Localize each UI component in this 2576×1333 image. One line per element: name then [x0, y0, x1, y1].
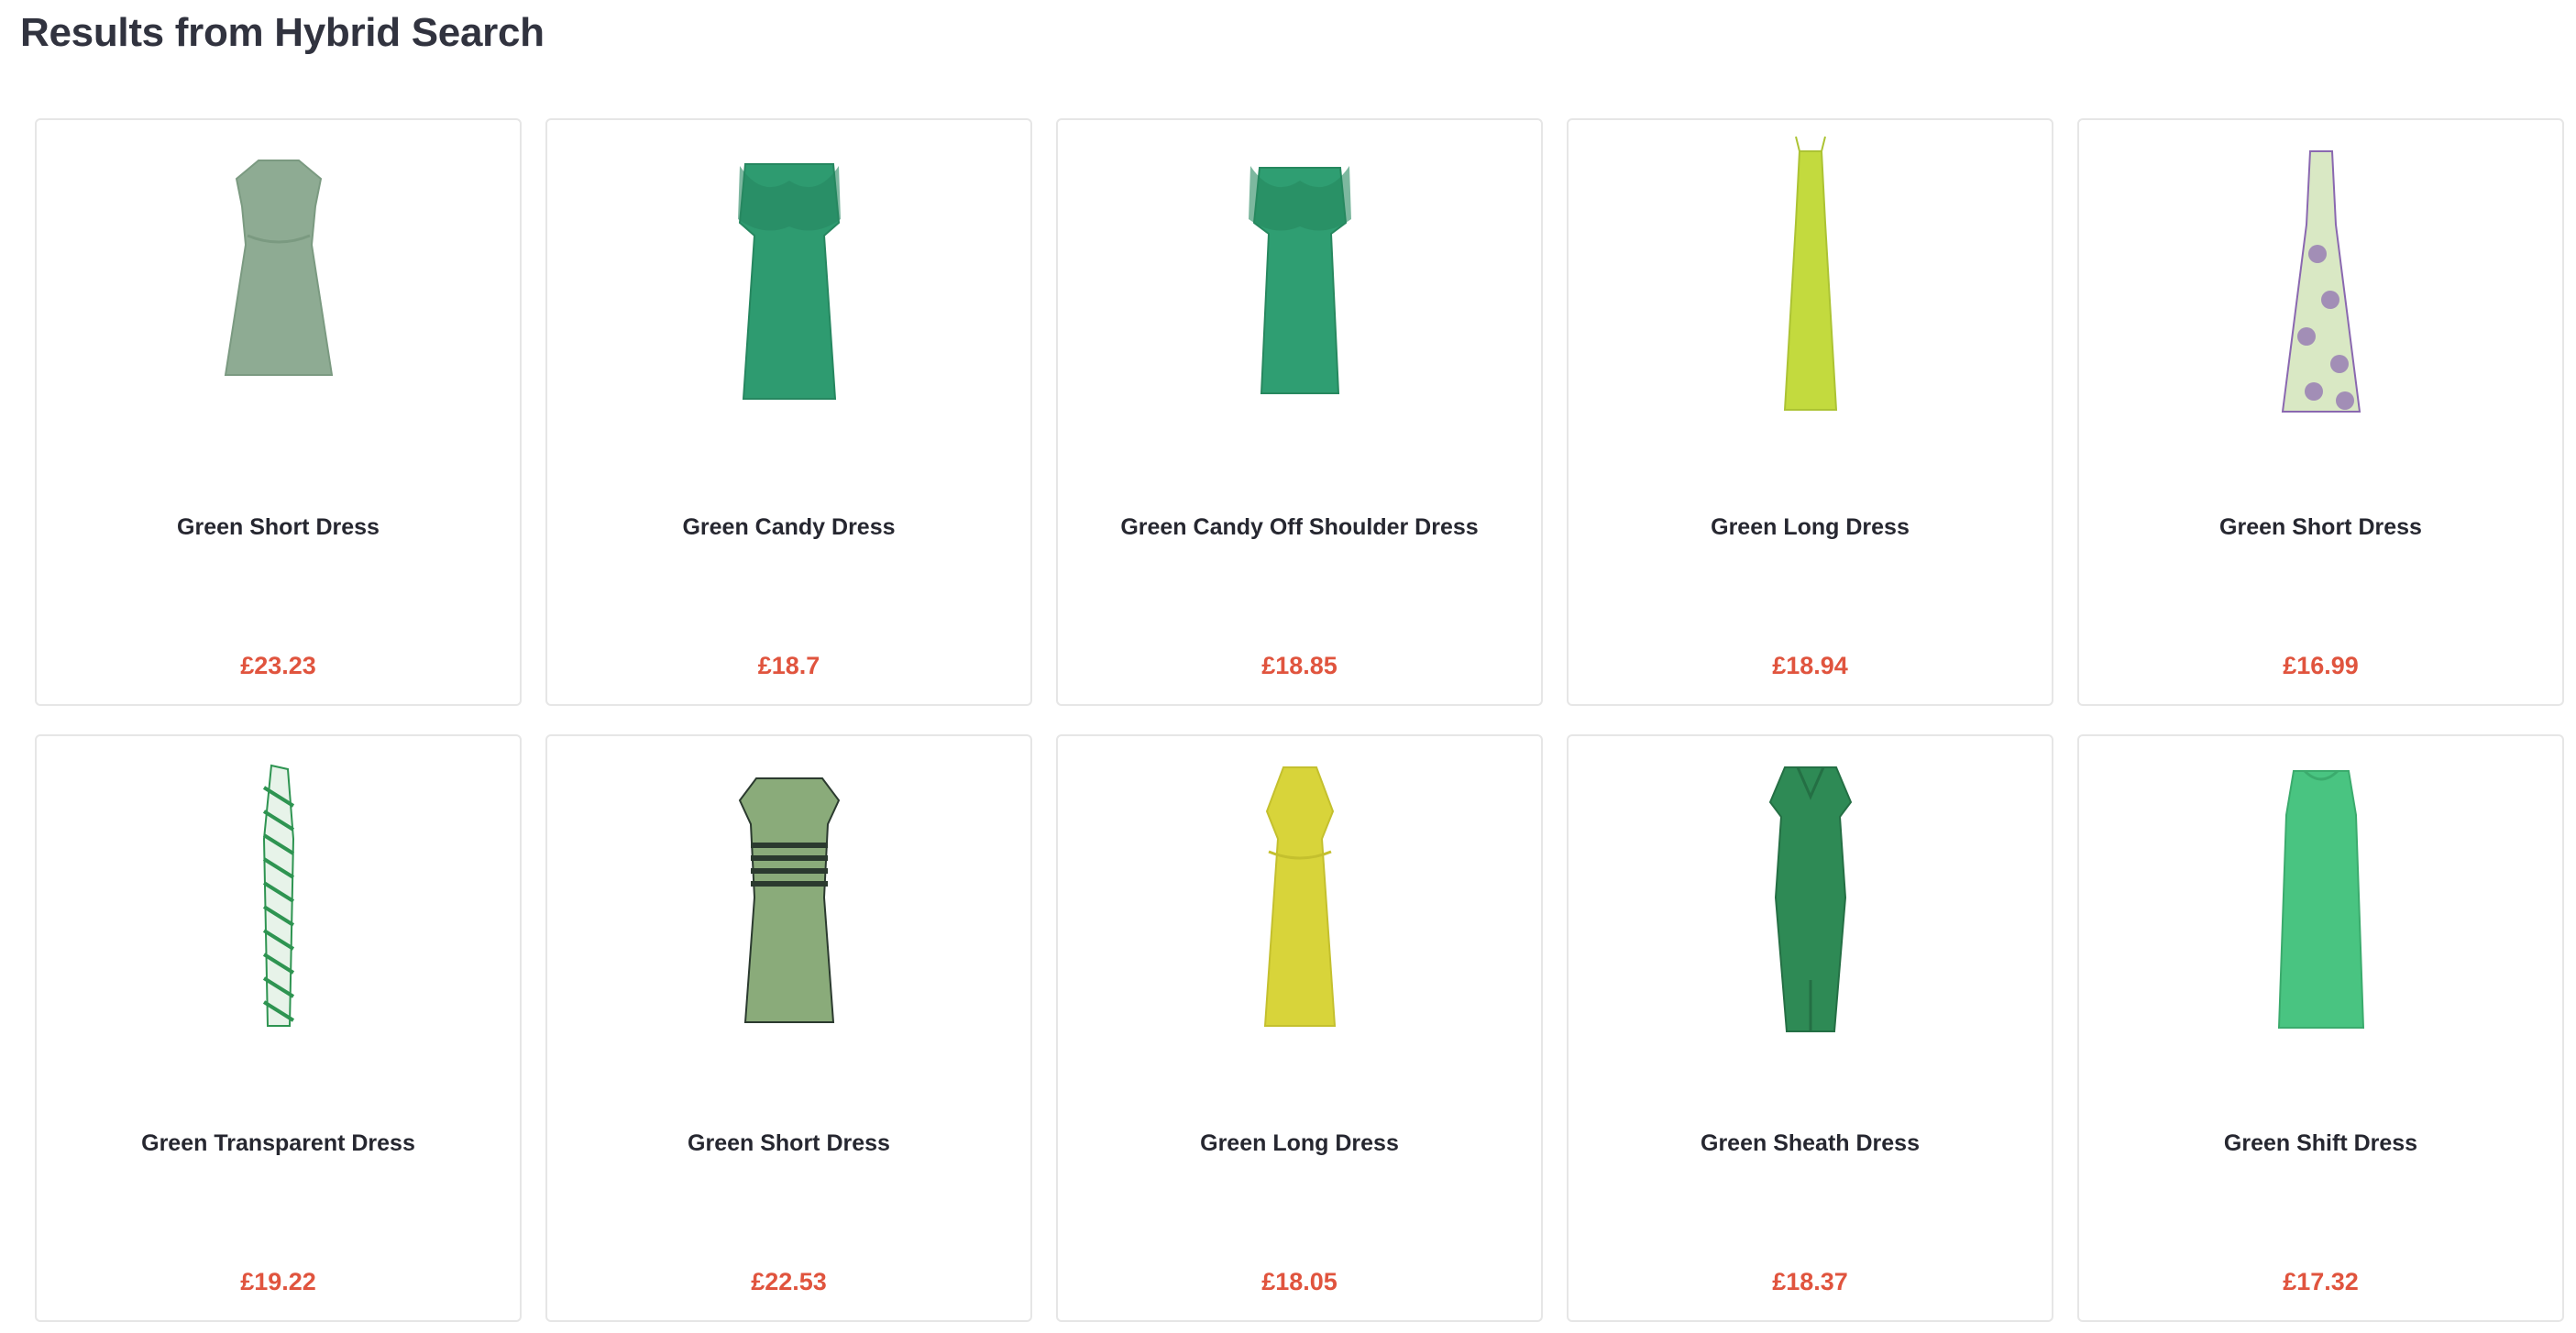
dress-illustration [224, 160, 333, 376]
product-card[interactable]: Green Long Dress £18.94 [1567, 118, 2053, 706]
product-card[interactable]: Green Long Dress £18.05 [1056, 734, 1543, 1322]
dress-image[interactable] [2229, 751, 2413, 1044]
dress-body [2277, 770, 2364, 1029]
product-price: £18.85 [1261, 652, 1338, 679]
dress-band [750, 855, 828, 861]
dress-body [738, 777, 840, 1023]
product-price: £23.23 [240, 652, 316, 679]
product-name: Green Long Dress [1711, 514, 1910, 540]
product-price: £18.37 [1772, 1268, 1848, 1295]
product-card[interactable]: Green Candy Dress £18.7 [545, 118, 1032, 706]
product-name: Green Short Dress [688, 1130, 890, 1156]
dress-band [750, 881, 828, 887]
product-card[interactable]: Green Sheath Dress £18.37 [1567, 734, 2053, 1322]
product-name: Green Candy Dress [682, 514, 896, 540]
dress-body [2281, 150, 2361, 413]
product-card[interactable]: Green Shift Dress £17.32 [2077, 734, 2564, 1322]
product-card[interactable]: Green Transparent Dress £19.22 [35, 734, 522, 1322]
product-price: £22.53 [751, 1268, 827, 1295]
product-name: Green Shift Dress [2223, 1130, 2418, 1156]
dress-floral-spot [2296, 327, 2316, 346]
dress-image[interactable] [698, 751, 881, 1044]
dress-illustration [2277, 769, 2364, 1029]
product-card[interactable]: Green Candy Off Shoulder Dress £18.85 [1056, 118, 1543, 706]
product-name: Green Sheath Dress [1701, 1130, 1920, 1156]
product-price: £18.05 [1261, 1268, 1338, 1295]
dress-band [750, 843, 828, 848]
product-card[interactable]: Green Short Dress £23.23 [35, 118, 522, 706]
dress-strap [1820, 136, 1826, 152]
product-name: Green Short Dress [177, 514, 380, 540]
dress-illustration [1783, 136, 1837, 411]
product-price: £18.7 [757, 652, 820, 679]
dress-image[interactable] [1208, 135, 1392, 428]
product-name: Green Short Dress [2219, 514, 2422, 540]
dress-illustration [738, 777, 840, 1023]
page-title: Results from Hybrid Search [20, 10, 545, 55]
product-name: Green Transparent Dress [141, 1130, 415, 1156]
dress-image[interactable] [187, 135, 370, 428]
dress-image[interactable] [2229, 135, 2413, 428]
dress-illustration [2281, 150, 2361, 413]
results-grid: Green Short Dress £23.23 Green Candy Dre… [35, 118, 2564, 1322]
dress-band [750, 868, 828, 874]
product-name: Green Candy Off Shoulder Dress [1120, 514, 1479, 540]
product-price: £17.32 [2283, 1268, 2359, 1295]
product-price: £19.22 [240, 1268, 316, 1295]
dress-image[interactable] [1208, 751, 1392, 1044]
dress-illustration [1768, 766, 1852, 1032]
product-name: Green Long Dress [1200, 1130, 1399, 1156]
product-price: £18.94 [1772, 652, 1848, 679]
dress-floral-spot [2307, 245, 2327, 263]
dress-body [1783, 150, 1837, 411]
dress-illustration [1263, 766, 1336, 1027]
dress-image[interactable] [698, 135, 881, 428]
dress-illustration [1248, 166, 1351, 394]
dress-image[interactable] [1719, 751, 1902, 1044]
dress-floral-spot [2304, 382, 2323, 401]
dress-body [224, 160, 333, 376]
dress-strap [1794, 136, 1800, 152]
dress-illustration [737, 163, 841, 400]
dress-image[interactable] [1719, 135, 1902, 428]
product-card[interactable]: Green Short Dress £16.99 [2077, 118, 2564, 706]
dress-image[interactable] [187, 751, 370, 1044]
dress-floral-spot [2335, 391, 2354, 410]
dress-floral-spot [2320, 291, 2339, 309]
product-price: £16.99 [2283, 652, 2359, 679]
product-card[interactable]: Green Short Dress £22.53 [545, 734, 1032, 1322]
dress-body [1263, 766, 1336, 1027]
dress-illustration [262, 764, 294, 1027]
dress-floral-spot [2329, 355, 2349, 373]
